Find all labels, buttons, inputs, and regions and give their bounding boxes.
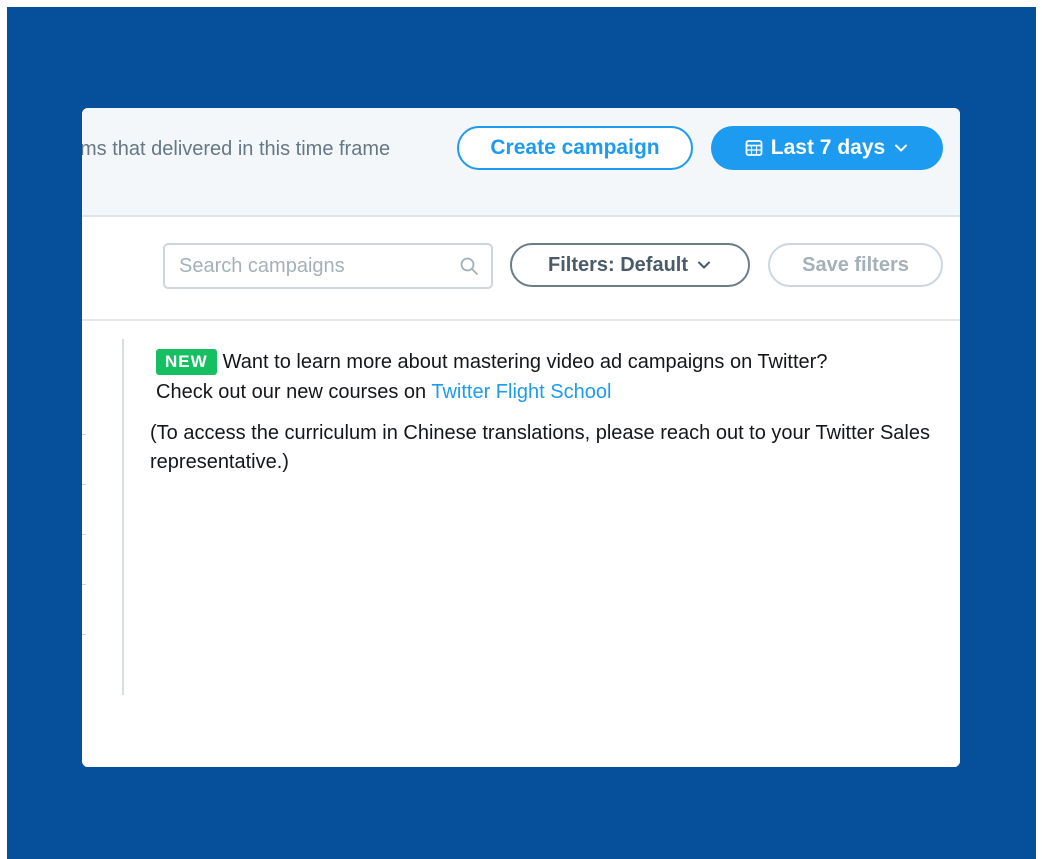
axis-tick — [82, 584, 86, 585]
flight-school-link[interactable]: Twitter Flight School — [431, 381, 611, 403]
chevron-down-icon — [895, 144, 908, 152]
content-area: NEW Want to learn more about mastering vi… — [82, 321, 960, 767]
chevron-down-icon — [698, 261, 711, 269]
axis-tick — [82, 534, 86, 535]
announcement: NEW Want to learn more about mastering vi… — [156, 347, 946, 407]
announcement-line-2: Check out our new courses on — [156, 381, 432, 403]
search-box — [163, 243, 493, 289]
campaigns-header: ms that delivered in this time frame Cre… — [82, 108, 960, 217]
date-range-label: Last 7 days — [770, 136, 886, 159]
axis-tick — [82, 434, 86, 435]
campaigns-toolbar: Filters: Default Save filters — [82, 217, 960, 321]
date-range-button[interactable]: Last 7 days — [711, 126, 943, 170]
filters-dropdown[interactable]: Filters: Default — [510, 243, 750, 287]
new-badge: NEW — [156, 349, 217, 375]
panel-divider — [122, 339, 124, 695]
search-icon[interactable] — [459, 256, 479, 276]
save-filters-button[interactable]: Save filters — [768, 243, 943, 287]
search-input[interactable] — [179, 245, 449, 287]
axis-tick — [82, 484, 86, 485]
time-frame-note: ms that delivered in this time frame — [82, 138, 391, 160]
campaigns-panel: ms that delivered in this time frame Cre… — [82, 108, 960, 767]
calendar-icon — [745, 140, 763, 156]
axis-tick — [82, 634, 86, 635]
filters-label: Filters: Default — [547, 253, 689, 276]
create-campaign-button[interactable]: Create campaign — [457, 126, 693, 170]
translation-note: (To access the curriculum in Chinese tra… — [150, 422, 930, 473]
announcement-line-1: Want to learn more about mastering video… — [222, 351, 828, 373]
